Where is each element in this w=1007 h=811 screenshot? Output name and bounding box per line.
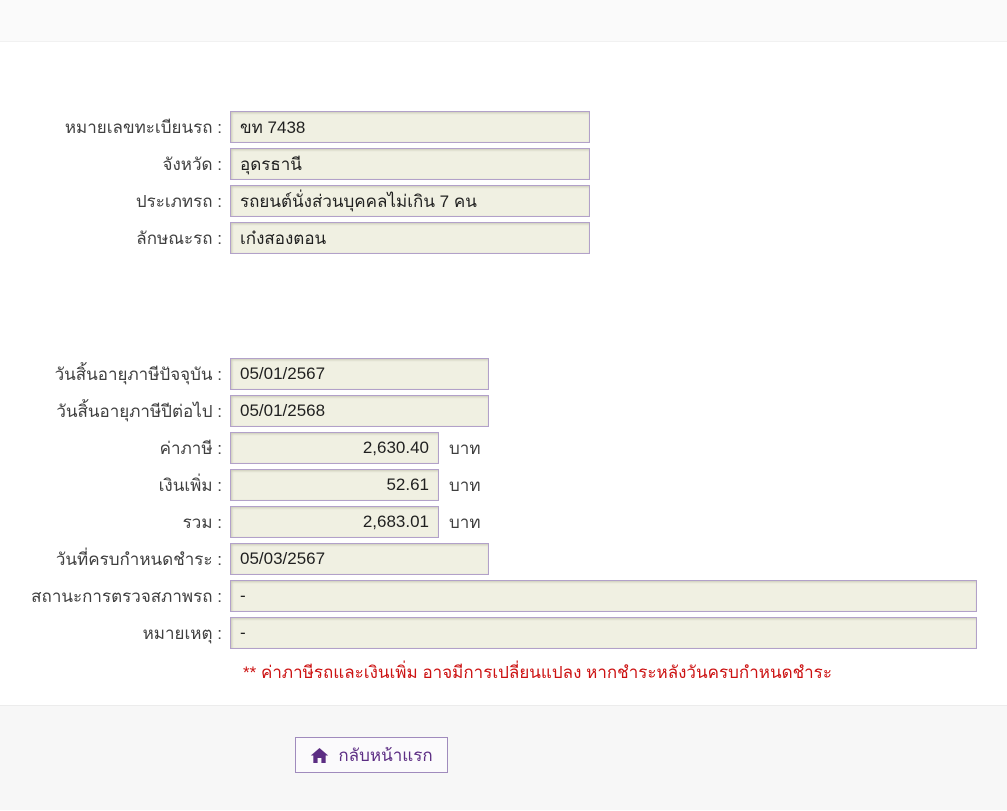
form-row-tax-expiry-current: วันสิ้นอายุภาษีปัจจุบัน : (0, 358, 1007, 390)
total-label: รวม : (182, 512, 222, 532)
due-date-input[interactable] (230, 543, 489, 575)
form-row-province: จังหวัด : (0, 148, 1007, 180)
surcharge-input[interactable] (230, 469, 439, 501)
back-to-home-button[interactable]: กลับหน้าแรก (295, 737, 448, 773)
footer-bar: กลับหน้าแรก (0, 705, 1007, 810)
total-unit: บาท (449, 512, 481, 532)
form-row-registration: หมายเลขทะเบียนรถ : (0, 111, 1007, 143)
back-to-home-label: กลับหน้าแรก (338, 745, 433, 765)
registration-input[interactable] (230, 111, 590, 143)
tax-expiry-current-input[interactable] (230, 358, 489, 390)
tax-expiry-next-label: วันสิ้นอายุภาษีปีต่อไป : (56, 401, 222, 421)
tax-amount-label: ค่าภาษี : (159, 438, 222, 458)
form-row-remarks: หมายเหตุ : (0, 617, 1007, 649)
home-icon (310, 746, 329, 765)
surcharge-unit: บาท (449, 475, 481, 495)
vehicle-tax-form: หมายเลขทะเบียนรถ : จังหวัด : ประเภทรถ : … (0, 42, 1007, 705)
form-row-inspection-status: สถานะการตรวจสภาพรถ : (0, 580, 1007, 612)
remarks-label: หมายเหตุ : (142, 623, 222, 643)
surcharge-label: เงินเพิ่ม : (158, 475, 222, 495)
tax-amount-unit: บาท (449, 438, 481, 458)
tax-expiry-next-input[interactable] (230, 395, 489, 427)
due-date-label: วันที่ครบกำหนดชำระ : (55, 549, 222, 569)
form-row-surcharge: เงินเพิ่ม : บาท (0, 469, 1007, 501)
form-row-vehicle-type: ประเภทรถ : (0, 185, 1007, 217)
vehicle-type-label: ประเภทรถ : (135, 191, 222, 211)
tax-expiry-current-label: วันสิ้นอายุภาษีปัจจุบัน : (54, 364, 222, 384)
body-style-label: ลักษณะรถ : (136, 228, 222, 248)
registration-label: หมายเลขทะเบียนรถ : (64, 117, 222, 137)
top-bar (0, 0, 1007, 42)
total-input[interactable] (230, 506, 439, 538)
form-row-body-style: ลักษณะรถ : (0, 222, 1007, 254)
form-row-tax-amount: ค่าภาษี : บาท (0, 432, 1007, 464)
tax-change-warning: ** ค่าภาษีรถและเงินเพิ่ม อาจมีการเปลี่ยน… (243, 663, 832, 682)
remarks-input[interactable] (230, 617, 977, 649)
vehicle-type-input[interactable] (230, 185, 590, 217)
province-label: จังหวัด : (162, 154, 223, 174)
province-input[interactable] (230, 148, 590, 180)
body-style-input[interactable] (230, 222, 590, 254)
inspection-status-label: สถานะการตรวจสภาพรถ : (31, 586, 222, 606)
form-row-total: รวม : บาท (0, 506, 1007, 538)
tax-amount-input[interactable] (230, 432, 439, 464)
form-row-due-date: วันที่ครบกำหนดชำระ : (0, 543, 1007, 575)
inspection-status-input[interactable] (230, 580, 977, 612)
form-row-tax-expiry-next: วันสิ้นอายุภาษีปีต่อไป : (0, 395, 1007, 427)
